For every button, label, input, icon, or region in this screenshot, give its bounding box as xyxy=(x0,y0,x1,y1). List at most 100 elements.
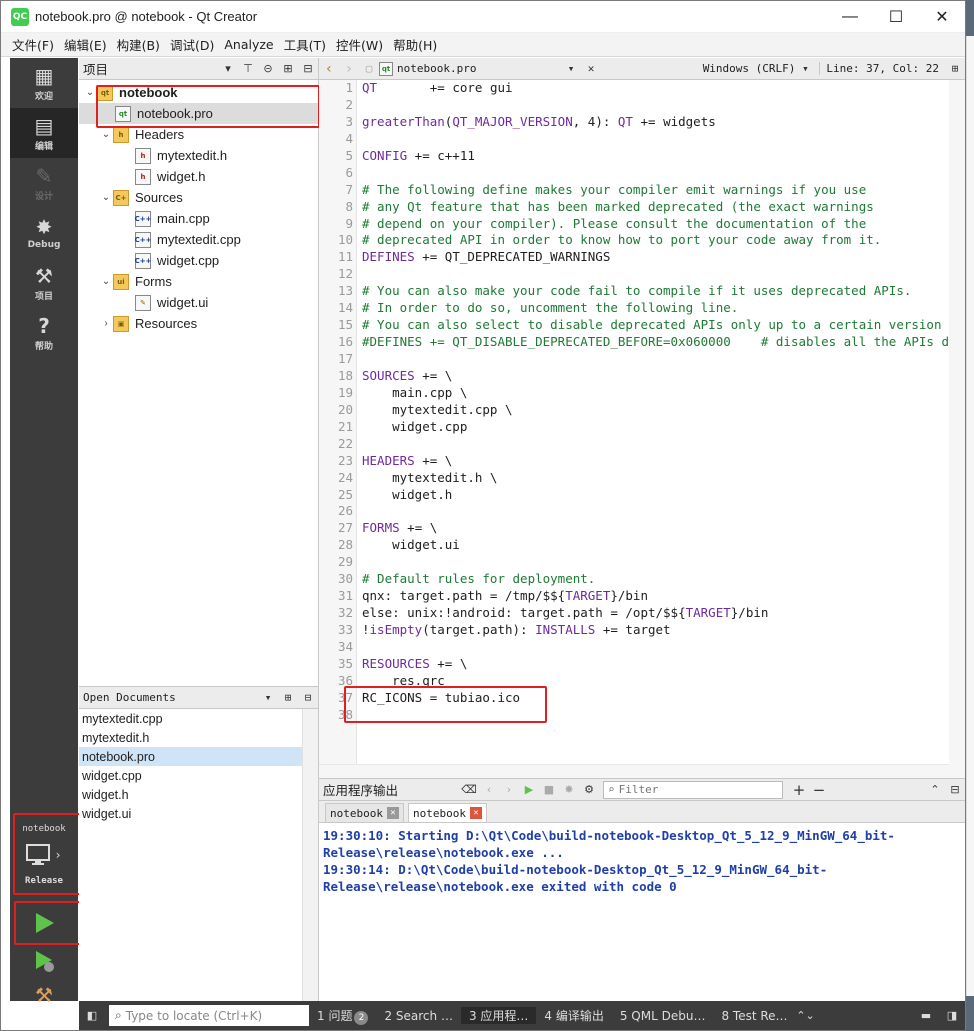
menu-build[interactable]: 构建(B) xyxy=(112,35,165,54)
editor-vertical-scrollbar[interactable] xyxy=(949,80,965,778)
tree-sources[interactable]: ⌄ C+ Sources xyxy=(79,187,318,208)
compile-output-button[interactable]: 4 编译输出 xyxy=(536,1007,611,1024)
open-document-item[interactable]: widget.ui xyxy=(79,804,318,823)
build-button[interactable]: ⚒ xyxy=(10,980,78,1010)
kit-selector[interactable]: notebook › Release xyxy=(10,818,78,890)
tree-root-label: notebook xyxy=(119,85,178,100)
code-editor[interactable]: 1 2 3 4 5 6 7 8 9 10 11 12 13 14 15 16 17 18 19 20 21 22 23 24 2… xyxy=(319,80,949,778)
filter-icon[interactable]: ⊤ xyxy=(238,62,258,75)
project-view-selector[interactable]: 项目 xyxy=(83,59,218,78)
code-line: # any Qt feature that has been marked de… xyxy=(362,198,874,214)
tree-file[interactable]: ✎ widget.ui xyxy=(79,292,318,313)
open-document-item[interactable]: widget.h xyxy=(79,785,318,804)
settings-gear-icon[interactable]: ⚙ xyxy=(579,783,599,796)
zoom-out-icon[interactable]: − xyxy=(809,781,829,799)
tree-file[interactable]: C++ main.cpp xyxy=(79,208,318,229)
split-icon[interactable]: ⊞ xyxy=(278,62,298,75)
tree-resources[interactable]: › ▣ Resources xyxy=(79,313,318,334)
progress-toggle-icon[interactable]: ▬ xyxy=(913,1009,939,1022)
open-document-item[interactable]: mytextedit.h xyxy=(79,728,318,747)
tree-file[interactable]: C++ mytextedit.cpp xyxy=(79,229,318,250)
close-document-icon[interactable]: ✕ xyxy=(581,62,601,75)
clear-output-icon[interactable]: ⌫ xyxy=(459,783,479,796)
menu-tools[interactable]: 工具(T) xyxy=(279,35,331,54)
editor-horizontal-scrollbar[interactable] xyxy=(319,764,949,778)
rerun-play-icon[interactable]: ▶ xyxy=(519,783,539,796)
prev-arrow-icon[interactable]: ‹ xyxy=(479,783,499,796)
dropdown-arrow-icon[interactable]: ▾ xyxy=(795,62,815,75)
menu-help[interactable]: 帮助(H) xyxy=(388,35,442,54)
collapsed-arrow-icon[interactable]: › xyxy=(99,318,113,329)
line-number: 7 xyxy=(345,181,353,197)
expand-arrow-icon[interactable]: ⌄ xyxy=(99,129,113,140)
run-button[interactable] xyxy=(10,903,78,943)
split-icon[interactable]: ⊞ xyxy=(945,62,965,75)
application-output-button[interactable]: 3 应用程… xyxy=(460,1007,537,1024)
expand-arrow-icon[interactable]: ⌄ xyxy=(99,276,113,287)
output-filter-input[interactable]: ⌕ Filter xyxy=(603,780,783,799)
close-pane-icon[interactable]: ⊟ xyxy=(298,691,318,704)
issues-pane-button[interactable]: 1 问题 2 xyxy=(309,1007,376,1025)
editor-file-name[interactable]: notebook.pro xyxy=(397,62,561,75)
menu-file[interactable]: 文件(F) xyxy=(7,35,59,54)
line-number: 25 xyxy=(337,486,353,502)
menu-controls[interactable]: 控件(W) xyxy=(331,35,388,54)
forward-arrow-icon[interactable]: › xyxy=(339,61,359,77)
output-tab[interactable]: notebook ✕ xyxy=(325,803,404,822)
attach-debugger-icon[interactable]: ✸ xyxy=(559,783,579,796)
mode-design[interactable]: ✎ 设计 xyxy=(10,158,78,208)
close-tab-icon[interactable]: ✕ xyxy=(386,807,399,819)
tree-file[interactable]: h widget.h xyxy=(79,166,318,187)
minimize-button[interactable]: — xyxy=(827,1,873,33)
locator-input[interactable]: ⌕ Type to locate (Ctrl+K) xyxy=(109,1005,309,1026)
open-document-item[interactable]: notebook.pro xyxy=(79,747,318,766)
open-document-item[interactable]: mytextedit.cpp xyxy=(79,709,318,728)
mode-help[interactable]: ? 帮助 xyxy=(10,308,78,358)
link-icon[interactable]: ⊝ xyxy=(258,62,278,75)
menu-analyze[interactable]: Analyze xyxy=(219,37,278,52)
mode-edit[interactable]: ▤ 编辑 xyxy=(10,108,78,158)
next-arrow-icon[interactable]: › xyxy=(499,783,519,796)
main-area: ▦ 欢迎 ▤ 编辑 ✎ 设计 ✸ Debug ⚒ 项目 ? 帮助 noteboo… xyxy=(1,58,965,1007)
tree-file[interactable]: C++ widget.cpp xyxy=(79,250,318,271)
close-pane-icon[interactable]: ⊟ xyxy=(945,783,965,796)
tree-root[interactable]: ⌄ qt notebook xyxy=(79,82,318,103)
close-button[interactable]: ✕ xyxy=(919,1,965,33)
close-tab-icon[interactable]: ✕ xyxy=(469,807,482,819)
menu-debug[interactable]: 调试(D) xyxy=(165,35,219,54)
line-number: 16 xyxy=(337,334,353,350)
qml-debugger-button[interactable]: 5 QML Debu… xyxy=(612,1009,714,1023)
tree-file[interactable]: h mytextedit.h xyxy=(79,145,318,166)
tree-headers[interactable]: ⌄ h Headers xyxy=(79,124,318,145)
split-icon[interactable]: ⊞ xyxy=(278,691,298,704)
toggle-sidebar-icon[interactable]: ◧ xyxy=(79,1009,105,1022)
dropdown-arrow-icon[interactable]: ▾ xyxy=(258,691,278,704)
output-title: 应用程序输出 xyxy=(323,783,399,798)
debug-run-button[interactable] xyxy=(10,943,78,978)
maximize-pane-icon[interactable]: ⌃ xyxy=(925,783,945,796)
open-documents-title[interactable]: Open Documents xyxy=(83,691,258,704)
line-ending-selector[interactable]: Windows (CRLF) xyxy=(703,62,796,75)
mode-debug[interactable]: ✸ Debug xyxy=(10,208,78,258)
test-results-button[interactable]: 8 Test Re… xyxy=(713,1009,795,1023)
open-document-item[interactable]: widget.cpp xyxy=(79,766,318,785)
maximize-button[interactable]: ☐ xyxy=(873,1,919,33)
dropdown-arrow-icon[interactable]: ▾ xyxy=(218,62,238,75)
open-documents-scrollbar[interactable] xyxy=(302,709,318,1001)
output-tab-active[interactable]: notebook ✕ xyxy=(407,803,487,822)
tree-pro-file[interactable]: qt notebook.pro xyxy=(79,103,318,124)
expand-arrow-icon[interactable]: ⌄ xyxy=(99,192,113,203)
toggle-right-sidebar-icon[interactable]: ◨ xyxy=(939,1009,965,1022)
back-arrow-icon[interactable]: ‹ xyxy=(319,61,339,77)
search-results-button[interactable]: 2 Search … xyxy=(376,1009,461,1023)
tree-forms[interactable]: ⌄ ui Forms xyxy=(79,271,318,292)
dropdown-arrow-icon[interactable]: ▾ xyxy=(561,62,581,75)
expand-arrow-icon[interactable]: ⌄ xyxy=(83,87,97,98)
zoom-in-icon[interactable]: + xyxy=(789,781,809,799)
stop-icon[interactable]: ■ xyxy=(539,783,559,796)
mode-projects[interactable]: ⚒ 项目 xyxy=(10,258,78,308)
menu-edit[interactable]: 编辑(E) xyxy=(59,35,112,54)
mode-welcome[interactable]: ▦ 欢迎 xyxy=(10,58,78,108)
close-pane-icon[interactable]: ⊟ xyxy=(298,62,318,75)
more-panes-icon[interactable]: ⌃⌄ xyxy=(796,1009,816,1022)
